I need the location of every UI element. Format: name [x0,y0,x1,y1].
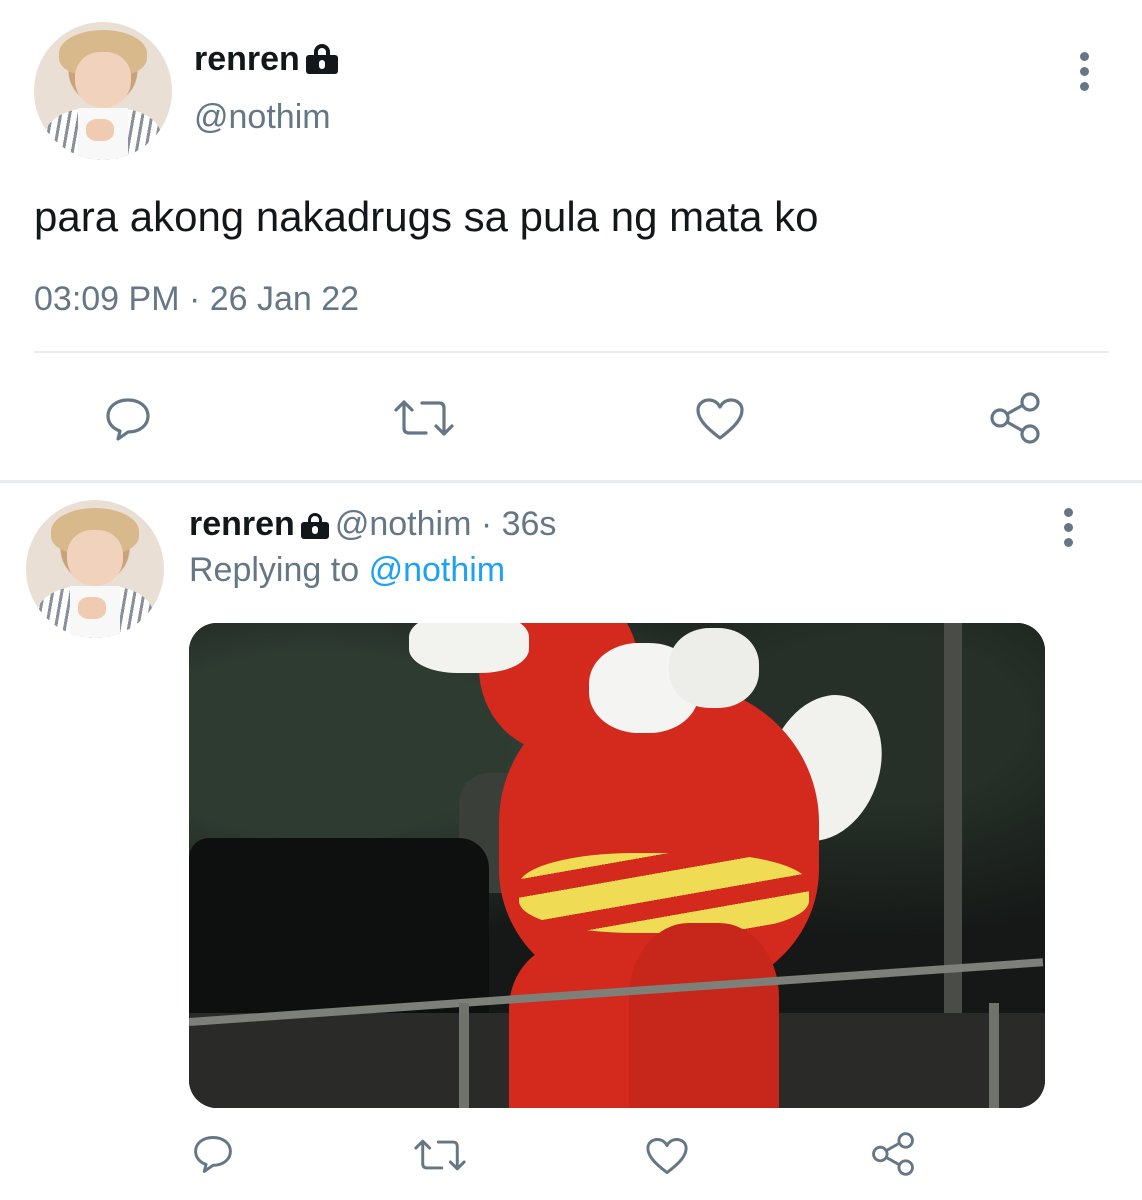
user-handle[interactable]: @nothim [194,98,331,137]
lock-icon [300,513,329,539]
section-separator [0,480,1142,483]
like-icon[interactable] [644,1136,690,1176]
display-name-text[interactable]: renren [189,505,295,543]
display-name-text[interactable]: renren [194,40,300,78]
more-options-icon[interactable] [1064,508,1074,553]
replying-prefix: Replying to [189,551,360,589]
avatar[interactable] [26,500,164,638]
like-icon[interactable] [694,396,746,442]
share-icon[interactable] [988,392,1042,444]
tweet-timestamp[interactable]: 03:09 PM · 26 Jan 22 [34,280,359,319]
reply-header: renren @nothim · 36s [189,505,556,544]
reply-icon[interactable] [104,396,152,442]
user-handle-time[interactable]: @nothim · 36s [335,505,557,543]
replying-handle-link[interactable]: @nothim [369,551,506,589]
more-options-icon[interactable] [1080,52,1090,97]
divider [34,351,1109,353]
reply-icon[interactable] [192,1134,234,1174]
tweet-text: para akong nakadrugs sa pula ng mata ko [34,193,819,240]
tweet-image[interactable] [189,623,1045,1108]
lock-icon [305,44,338,74]
retweet-icon[interactable] [412,1136,468,1174]
display-name[interactable]: renren [194,40,338,79]
share-icon[interactable] [870,1132,916,1176]
avatar[interactable] [34,22,172,160]
retweet-icon[interactable] [392,396,456,440]
replying-to: Replying to @nothim [189,551,505,590]
